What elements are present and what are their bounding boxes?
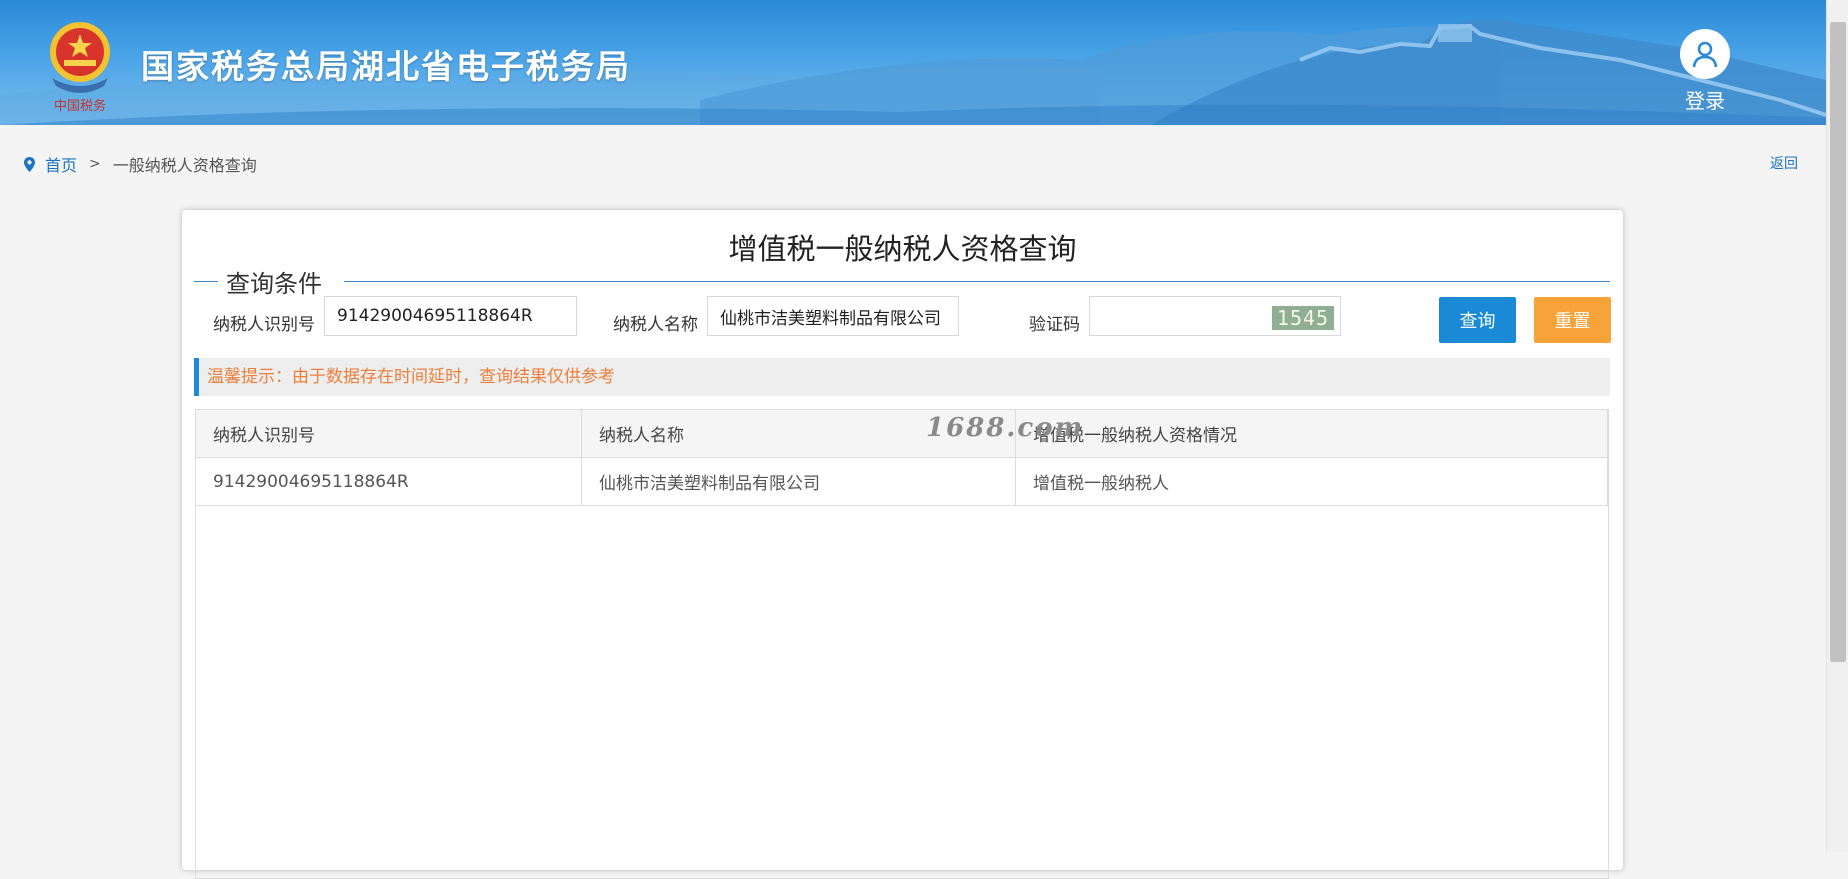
reset-button[interactable]: 重置	[1534, 297, 1611, 343]
tax-emblem-logo: 中国税务	[50, 22, 110, 114]
back-link[interactable]: 返回	[1770, 153, 1798, 173]
table-header-row: 纳税人识别号 纳税人名称 增值税一般纳税人资格情况	[196, 410, 1608, 458]
login-label[interactable]: 登录	[1680, 85, 1730, 114]
legend-divider	[344, 281, 1610, 282]
query-card: 增值税一般纳税人资格查询 查询条件 纳税人识别号 纳税人名称 验证码 1545 …	[182, 210, 1623, 879]
cell-taxpayer-id: 91429004695118864R	[196, 457, 582, 506]
breadcrumb-home-link[interactable]: 首页	[45, 152, 77, 176]
site-title: 国家税务总局湖北省电子税务局	[141, 47, 631, 86]
captcha-label: 验证码	[1029, 315, 1080, 335]
table-row: 91429004695118864R 仙桃市洁美塑料制品有限公司 增值税一般纳税…	[196, 457, 1608, 506]
page-title: 增值税一般纳税人资格查询	[728, 232, 1077, 266]
vertical-scrollbar[interactable]	[1826, 0, 1848, 852]
breadcrumb-separator: >	[89, 156, 101, 172]
taxpayer-id-input[interactable]	[324, 296, 577, 336]
breadcrumb: 首页 > 一般纳税人资格查询	[24, 152, 257, 176]
user-icon[interactable]	[1680, 29, 1730, 79]
taxpayer-name-label: 纳税人名称	[613, 315, 698, 335]
breadcrumb-current: 一般纳税人资格查询	[112, 156, 257, 175]
watermark: 1688.com	[926, 413, 1085, 443]
taxpayer-id-label: 纳税人识别号	[213, 315, 315, 335]
cell-taxpayer-name: 仙桃市洁美塑料制品有限公司	[581, 457, 1016, 506]
legend-label: 查询条件	[226, 270, 322, 298]
query-conditions-legend: 查询条件	[194, 264, 1610, 298]
column-header-qualification: 增值税一般纳税人资格情况	[1015, 410, 1608, 458]
emblem-caption: 中国税务	[54, 98, 106, 114]
header-banner: 中国税务 国家税务总局湖北省电子税务局 登录	[0, 0, 1826, 125]
scrollbar-thumb[interactable]	[1830, 22, 1846, 662]
results-table: 纳税人识别号 纳税人名称 增值税一般纳税人资格情况 91429004695118…	[195, 409, 1609, 879]
location-pin-icon	[24, 156, 35, 172]
legend-divider	[194, 281, 218, 282]
query-button[interactable]: 查询	[1439, 297, 1516, 343]
taxpayer-name-input[interactable]	[707, 296, 959, 336]
login-button[interactable]: 登录	[1680, 29, 1730, 114]
column-header-taxpayer-id: 纳税人识别号	[196, 410, 582, 458]
notice-banner: 温馨提示：由于数据存在时间延时，查询结果仅供参考	[194, 358, 1610, 396]
cell-qualification: 增值税一般纳税人	[1015, 457, 1608, 506]
captcha-image[interactable]: 1545	[1272, 306, 1334, 330]
